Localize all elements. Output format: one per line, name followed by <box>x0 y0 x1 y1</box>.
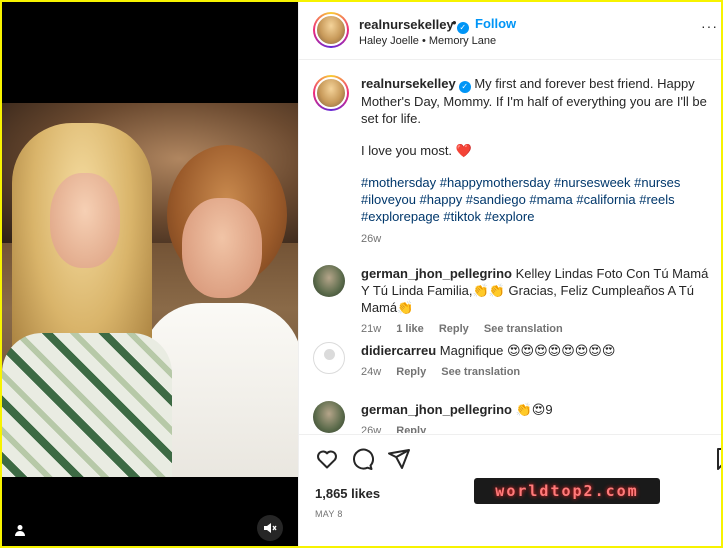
commenter-avatar[interactable] <box>313 401 345 433</box>
muted-speaker-icon[interactable] <box>257 515 283 541</box>
comment-item: german_jhon_pellegrino 👏😍9 26w Reply <box>313 401 713 433</box>
comment-item: didiercarreu Magnifique 😍😍😍😍😍😍😍😍 24w Rep… <box>313 342 713 381</box>
comment-age[interactable]: 26w <box>361 425 381 433</box>
post-side-panel: realnursekelley ✓ • Follow Haley Joelle •… <box>298 2 721 546</box>
more-options-icon[interactable]: ··· <box>701 18 718 34</box>
follow-button[interactable]: Follow <box>475 16 516 31</box>
comment-username[interactable]: didiercarreu <box>361 343 436 358</box>
comment-text: Magnifique 😍😍😍😍😍😍😍😍 <box>439 343 616 358</box>
comment-age[interactable]: 21w <box>361 323 381 335</box>
verified-badge-icon: ✓ <box>456 22 469 34</box>
author-username[interactable]: realnursekelley <box>359 17 454 32</box>
instagram-post-modal: realnursekelley ✓ • Follow Haley Joelle •… <box>2 2 721 546</box>
separator-dot: • <box>452 15 457 30</box>
reply-button[interactable]: Reply <box>396 425 426 433</box>
heart-icon[interactable] <box>315 447 339 471</box>
comment-text: 👏😍9 <box>515 402 553 417</box>
comment-item: german_jhon_pellegrino Kelley Lindas Fot… <box>313 265 713 338</box>
see-translation-button[interactable]: See translation <box>441 366 520 378</box>
post-header: realnursekelley ✓ • Follow Haley Joelle •… <box>299 2 721 60</box>
comments-scroll-area[interactable]: realnursekelley ✓ My first and forever be… <box>299 61 721 433</box>
likes-count[interactable]: 1,865 likes <box>315 486 380 501</box>
reply-button[interactable]: Reply <box>396 366 426 378</box>
reply-button[interactable]: Reply <box>439 323 469 335</box>
author-avatar[interactable] <box>313 12 349 48</box>
caption-avatar[interactable] <box>313 75 349 111</box>
site-watermark: worldtop2.com <box>474 478 660 504</box>
verified-badge-icon: ✓ <box>458 81 471 93</box>
caption-hashtags[interactable]: #mothersday #happymothersday #nursesweek… <box>361 174 713 225</box>
caption-line-2: I love you most. ❤️ <box>361 143 472 158</box>
caption-age[interactable]: 26w <box>361 233 381 245</box>
commenter-avatar[interactable] <box>313 265 345 297</box>
post-media[interactable] <box>2 2 298 546</box>
post-caption: realnursekelley ✓ My first and forever be… <box>313 75 713 248</box>
comment-icon[interactable] <box>350 447 374 471</box>
post-subtitle[interactable]: Haley Joelle • Memory Lane <box>359 35 496 47</box>
comment-likes[interactable]: 1 like <box>396 323 424 335</box>
see-translation-button[interactable]: See translation <box>484 323 563 335</box>
comment-age[interactable]: 24w <box>361 366 381 378</box>
caption-username[interactable]: realnursekelley <box>361 76 456 91</box>
commenter-avatar[interactable] <box>313 342 345 374</box>
comment-username[interactable]: german_jhon_pellegrino <box>361 402 512 417</box>
bookmark-icon[interactable] <box>713 447 721 471</box>
user-tag-icon[interactable] <box>14 524 28 538</box>
comment-username[interactable]: german_jhon_pellegrino <box>361 266 512 281</box>
post-photo <box>2 103 298 477</box>
share-icon[interactable] <box>387 447 411 471</box>
post-date[interactable]: MAY 8 <box>315 509 343 519</box>
